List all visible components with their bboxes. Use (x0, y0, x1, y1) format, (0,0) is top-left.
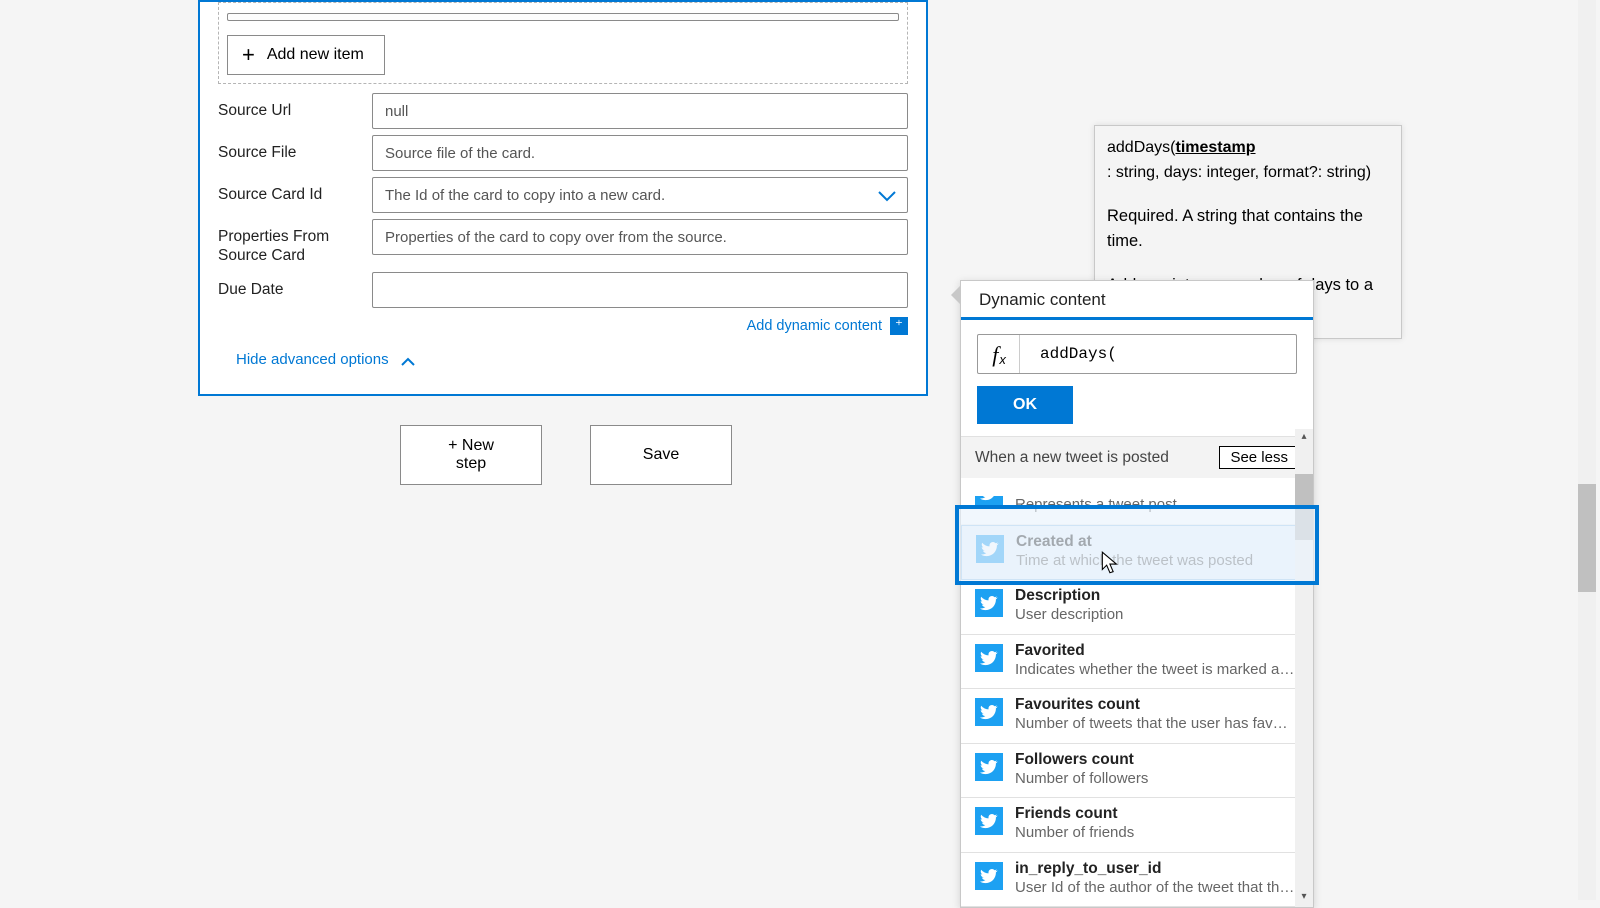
dynamic-content-item[interactable]: Favourites countNumber of tweets that th… (961, 689, 1313, 744)
dynamic-content-list: bodyRepresents a tweet postCreated atTim… (961, 470, 1313, 907)
dc-title: in_reply_to_user_id (1015, 860, 1295, 878)
input-source-card-id[interactable] (372, 177, 908, 213)
tooltip-signature: addDays(timestamp: string, days: integer… (1107, 136, 1389, 186)
items-frame: + Add new item (218, 2, 908, 84)
panel-scroll-thumb[interactable] (1295, 474, 1313, 540)
fx-icon: fx (978, 335, 1020, 373)
twitter-icon (975, 807, 1003, 835)
twitter-icon (976, 535, 1004, 563)
dc-title: Followers count (1015, 751, 1148, 769)
row-due-date: Due Date (218, 269, 908, 311)
mouse-cursor (1100, 550, 1122, 581)
expression-input[interactable]: addDays( (1020, 345, 1117, 363)
see-less-button[interactable]: See less (1219, 446, 1299, 469)
row-source-card-id: Source Card Id (218, 174, 908, 216)
twitter-icon (975, 644, 1003, 672)
footer-buttons: + New step Save (400, 425, 732, 485)
hide-advanced-options-link[interactable]: Hide advanced options (218, 345, 415, 380)
input-props-from-source[interactable] (372, 219, 908, 255)
label-source-url: Source Url (218, 93, 372, 120)
dc-title: Description (1015, 587, 1123, 605)
dc-title: Created at (1016, 533, 1253, 551)
action-card: + Add new item Source Url Source File So… (198, 0, 928, 396)
dynamic-content-item[interactable]: Created atTime at which the tweet was po… (961, 525, 1313, 581)
twitter-icon (975, 479, 1003, 507)
dc-desc: User Id of the author of the tweet that … (1015, 878, 1295, 898)
tab-dynamic-content[interactable]: Dynamic content (961, 281, 1313, 320)
row-props-from-source: Properties From Source Card (218, 216, 908, 269)
dc-desc: Indicates whether the tweet is marked as… (1015, 660, 1295, 680)
page-scrollbar[interactable] (1578, 0, 1596, 900)
items-input-collapsed[interactable] (227, 13, 899, 21)
dc-title: Favourites count (1015, 696, 1295, 714)
dc-desc: Number of followers (1015, 769, 1148, 789)
new-step-button[interactable]: + New step (400, 425, 542, 485)
twitter-icon (975, 753, 1003, 781)
dc-title: Friends count (1015, 805, 1134, 823)
add-item-label: Add new item (267, 46, 364, 64)
plus-icon: + (242, 44, 255, 66)
tooltip-body-1: Required. A string that contains the tim… (1107, 204, 1389, 255)
source-title: When a new tweet is posted (975, 449, 1169, 467)
twitter-icon (975, 698, 1003, 726)
row-source-file: Source File (218, 132, 908, 174)
dc-desc: User description (1015, 605, 1123, 625)
chevron-up-icon (401, 354, 415, 364)
label-source-file: Source File (218, 135, 372, 162)
dynamic-content-item[interactable]: bodyRepresents a tweet post (961, 470, 1313, 525)
ok-button[interactable]: OK (977, 386, 1073, 424)
panel-scrollbar[interactable]: ▴ ▾ (1295, 429, 1313, 907)
dynamic-content-panel: Dynamic content fx addDays( OK When a ne… (960, 280, 1314, 908)
input-due-date[interactable] (372, 272, 908, 308)
label-props-from-source: Properties From Source Card (218, 219, 372, 266)
chevron-down-icon[interactable] (878, 189, 896, 201)
dc-desc: Represents a tweet post (1015, 495, 1177, 515)
dc-desc: Time at which the tweet was posted (1016, 551, 1253, 571)
label-due-date: Due Date (218, 272, 372, 299)
scroll-down-icon[interactable]: ▾ (1297, 891, 1311, 905)
dynamic-content-item[interactable]: in_reply_to_user_idUser Id of the author… (961, 853, 1313, 908)
dc-title: body (1015, 477, 1177, 495)
add-new-item-button[interactable]: + Add new item (227, 35, 385, 75)
dc-desc: Number of friends (1015, 823, 1134, 843)
add-dynamic-row: Add dynamic content ⁺ (218, 311, 908, 345)
dynamic-content-item[interactable]: FavoritedIndicates whether the tweet is … (961, 635, 1313, 690)
hide-advanced-label: Hide advanced options (236, 351, 389, 368)
save-button[interactable]: Save (590, 425, 732, 485)
input-source-file[interactable] (372, 135, 908, 171)
add-dynamic-content-link[interactable]: Add dynamic content ⁺ (747, 317, 908, 335)
twitter-icon (975, 862, 1003, 890)
dynamic-content-item[interactable]: Followers countNumber of followers (961, 744, 1313, 799)
dc-title: Favorited (1015, 642, 1295, 660)
add-dynamic-label: Add dynamic content (747, 318, 882, 334)
label-source-card-id: Source Card Id (218, 177, 372, 204)
page-scroll-thumb[interactable] (1578, 484, 1596, 592)
dynamic-content-item[interactable]: DescriptionUser description (961, 580, 1313, 635)
scroll-up-icon[interactable]: ▴ (1297, 431, 1311, 445)
add-dynamic-expand-icon: ⁺ (890, 317, 908, 335)
row-source-url: Source Url (218, 90, 908, 132)
input-source-url[interactable] (372, 93, 908, 129)
twitter-icon (975, 589, 1003, 617)
dc-desc: Number of tweets that the user has favor… (1015, 714, 1295, 734)
expression-input-bar: fx addDays( (977, 334, 1297, 374)
dynamic-content-item[interactable]: Friends countNumber of friends (961, 798, 1313, 853)
